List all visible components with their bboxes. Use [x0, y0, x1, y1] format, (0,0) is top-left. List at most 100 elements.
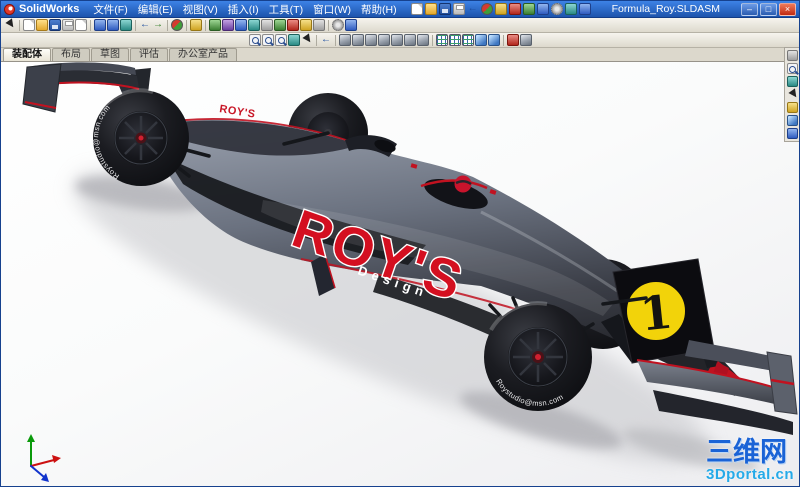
- maximize-button[interactable]: □: [760, 2, 777, 16]
- wireframe-icon[interactable]: [436, 34, 448, 46]
- insert-component-icon[interactable]: [209, 19, 221, 31]
- shaded-with-edges-icon[interactable]: [475, 34, 487, 46]
- smart-fasteners-icon[interactable]: [261, 19, 273, 31]
- options-icon[interactable]: [550, 3, 563, 15]
- menu-item-5[interactable]: 窗口(W): [309, 1, 355, 18]
- save-icon[interactable]: [438, 3, 451, 15]
- hidden-lines-visible-icon[interactable]: [449, 34, 461, 46]
- menu-item-0[interactable]: 文件(F): [89, 1, 131, 18]
- watermark: 三维网 3Dportal.cn: [706, 439, 794, 482]
- help-icon[interactable]: [786, 128, 798, 139]
- menu-item-3[interactable]: 插入(I): [224, 1, 263, 18]
- sketch-icon[interactable]: [508, 3, 521, 15]
- top-view-icon[interactable]: [391, 34, 403, 46]
- tab-2[interactable]: 草图: [91, 48, 129, 61]
- zoom-fit-icon[interactable]: [786, 63, 798, 74]
- tab-3[interactable]: 评估: [130, 48, 168, 61]
- isometric-view-icon[interactable]: [417, 34, 429, 46]
- near-front-wheel[interactable]: Roystudio@msn.com: [484, 301, 592, 411]
- rotate-component-icon[interactable]: [248, 19, 260, 31]
- toolbar-separator: [328, 19, 329, 31]
- mass-properties-icon[interactable]: [313, 19, 325, 31]
- rotate-view-icon[interactable]: [288, 34, 300, 46]
- section-view-icon[interactable]: [507, 34, 519, 46]
- tab-0[interactable]: 装配体: [3, 48, 51, 61]
- tab-1[interactable]: 布局: [52, 48, 90, 61]
- pan-icon[interactable]: [787, 89, 798, 100]
- featuremanager-icon[interactable]: [786, 50, 798, 61]
- watermark-line1: 三维网: [705, 437, 787, 468]
- mate-icon[interactable]: [222, 19, 234, 31]
- paste-icon[interactable]: [120, 19, 132, 31]
- toolbar-separator: [316, 34, 317, 46]
- rebuild-icon[interactable]: [480, 3, 493, 15]
- toolbar-separator: [167, 19, 168, 31]
- zoom-in-out-icon[interactable]: [275, 34, 287, 46]
- menu-item-2[interactable]: 视图(V): [179, 1, 222, 18]
- cut-icon[interactable]: [94, 19, 106, 31]
- menu-item-6[interactable]: 帮助(H): [357, 1, 401, 18]
- back-view-icon[interactable]: [352, 34, 364, 46]
- undo-icon[interactable]: [139, 19, 151, 31]
- help-icon[interactable]: [345, 19, 357, 31]
- menu-item-4[interactable]: 工具(T): [265, 1, 307, 18]
- save-icon[interactable]: [49, 19, 61, 31]
- shaded-icon[interactable]: [488, 34, 500, 46]
- left-view-icon[interactable]: [365, 34, 377, 46]
- edit-color-icon[interactable]: [494, 3, 507, 15]
- open-icon[interactable]: [36, 19, 48, 31]
- copy-icon[interactable]: [107, 19, 119, 31]
- toolbar-separator: [90, 19, 91, 31]
- move-component-icon[interactable]: [235, 19, 247, 31]
- model-canvas[interactable]: ROY'S ROY'S Design 1 Roystudio@msn.com R…: [1, 62, 799, 486]
- zoom-to-area-icon[interactable]: [262, 34, 274, 46]
- hidden-lines-removed-icon[interactable]: [462, 34, 474, 46]
- exploded-view-icon[interactable]: [274, 19, 286, 31]
- previous-view-icon[interactable]: [320, 34, 332, 46]
- assembly-icon[interactable]: [522, 3, 535, 15]
- view-toolbar: [1, 33, 799, 48]
- tab-4[interactable]: 办公室产品: [169, 48, 237, 61]
- interference-detection-icon[interactable]: [287, 19, 299, 31]
- view-orientation-icon[interactable]: [520, 34, 532, 46]
- toolbar-separator: [503, 34, 504, 46]
- new-icon[interactable]: [23, 19, 35, 31]
- window-controls: – □ ×: [741, 2, 796, 16]
- right-vertical-toolbar: [784, 47, 799, 142]
- display-settings-icon[interactable]: [786, 115, 798, 126]
- menubar: 文件(F) 编辑(E) 视图(V) 插入(I) 工具(T) 窗口(W) 帮助(H): [89, 1, 400, 18]
- bottom-view-icon[interactable]: [404, 34, 416, 46]
- quick-access-toolbar: [410, 3, 591, 15]
- pan-icon[interactable]: [301, 34, 313, 46]
- open-icon[interactable]: [424, 3, 437, 15]
- rebuild-icon[interactable]: [171, 19, 183, 31]
- help-icon[interactable]: [578, 3, 591, 15]
- appearance-icon[interactable]: [786, 102, 798, 113]
- watermark-line2: 3Dportal.cn: [705, 465, 794, 483]
- select-icon[interactable]: [4, 19, 16, 31]
- undo-icon[interactable]: [467, 3, 479, 15]
- close-button[interactable]: ×: [779, 2, 796, 16]
- right-view-icon[interactable]: [378, 34, 390, 46]
- toolbar-separator: [19, 19, 20, 31]
- edit-color-icon[interactable]: [190, 19, 202, 31]
- rotate-icon[interactable]: [786, 76, 798, 87]
- solidworks-window: SolidWorks 文件(F) 编辑(E) 视图(V) 插入(I) 工具(T) 窗口(W…: [0, 0, 800, 487]
- solidworks-logo-icon: [4, 3, 15, 15]
- measure-icon[interactable]: [300, 19, 312, 31]
- minimize-button[interactable]: –: [741, 2, 758, 16]
- print-icon[interactable]: [62, 19, 74, 31]
- print-preview-icon[interactable]: [75, 19, 87, 31]
- zoom-to-fit-icon[interactable]: [249, 34, 261, 46]
- toolbox-icon[interactable]: [564, 3, 577, 15]
- main-viewport[interactable]: ROY'S ROY'S Design 1 Roystudio@msn.com R…: [1, 62, 799, 486]
- options-icon[interactable]: [332, 19, 344, 31]
- car-number: 1: [637, 284, 674, 341]
- new-icon[interactable]: [410, 3, 423, 15]
- menu-item-1[interactable]: 编辑(E): [134, 1, 177, 18]
- front-view-icon[interactable]: [339, 34, 351, 46]
- drawing-icon[interactable]: [536, 3, 549, 15]
- near-rear-wheel[interactable]: Roystudio@msn.com: [91, 88, 189, 186]
- print-icon[interactable]: [452, 3, 465, 15]
- redo-icon[interactable]: [152, 19, 164, 31]
